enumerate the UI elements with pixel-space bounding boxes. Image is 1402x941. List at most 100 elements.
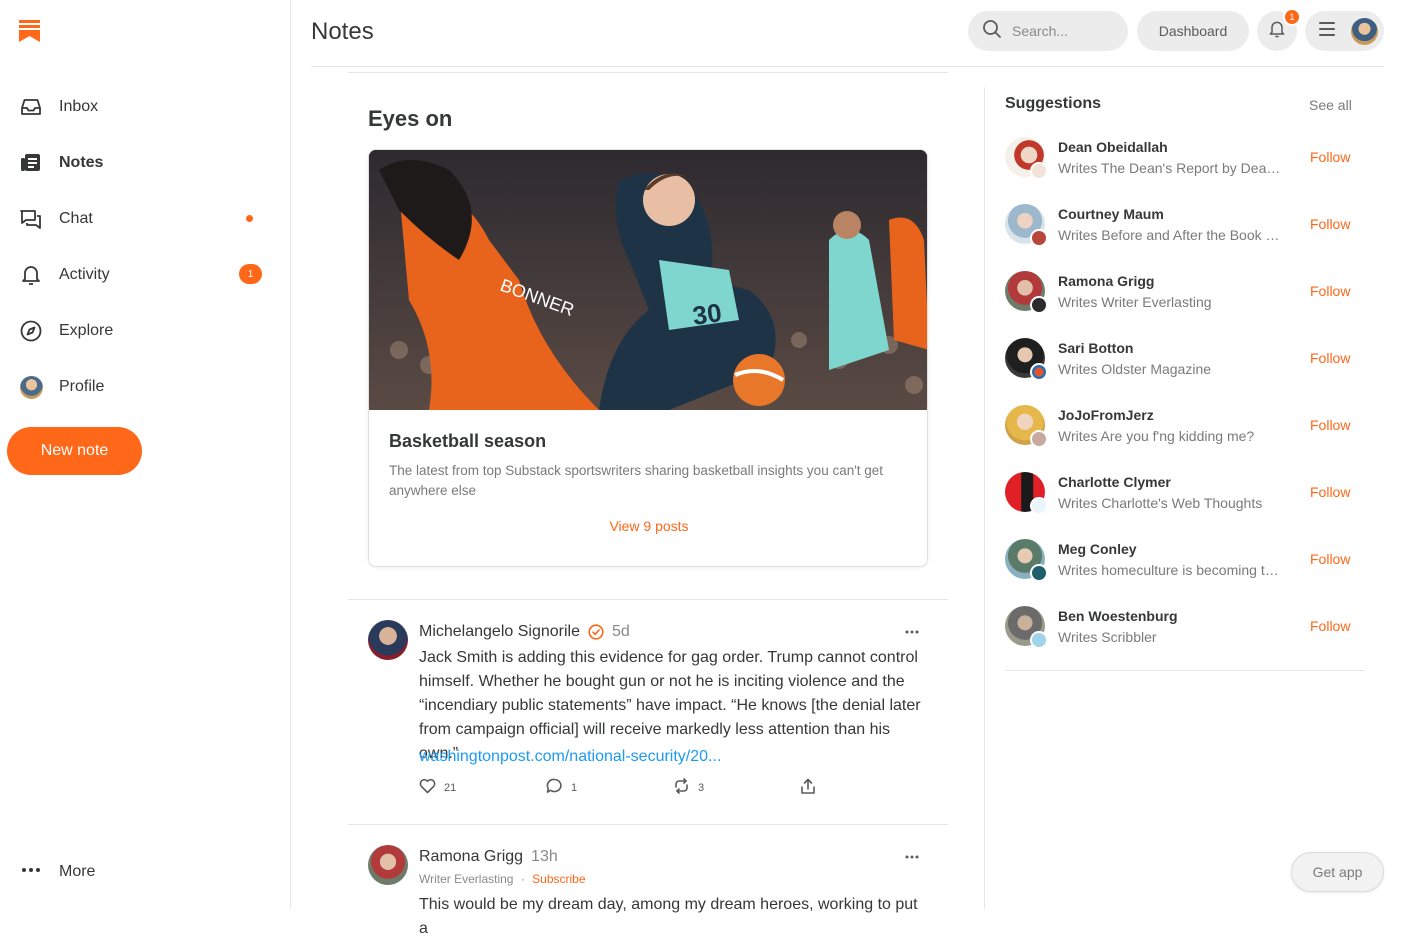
- chat-icon: [19, 207, 43, 231]
- sidebar-item-notes[interactable]: Notes: [0, 135, 290, 191]
- more-label: More: [59, 863, 96, 880]
- verified-badge-icon: [588, 624, 604, 640]
- suggestion-description: Writes Before and After the Book Deal: [1058, 227, 1283, 243]
- suggestions-title: Suggestions: [1005, 95, 1102, 112]
- restack-button[interactable]: 3: [673, 778, 704, 797]
- suggestion-name[interactable]: Dean Obeidallah: [1058, 139, 1168, 155]
- more-options-icon[interactable]: [904, 849, 920, 865]
- heart-icon: [419, 778, 436, 797]
- post-time: 13h: [531, 848, 558, 865]
- publication-icon: [1030, 363, 1048, 381]
- follow-button[interactable]: Follow: [1310, 551, 1350, 567]
- post-author[interactable]: Ramona Grigg: [419, 848, 523, 866]
- share-button[interactable]: [800, 778, 816, 798]
- section-title: Eyes on: [368, 106, 453, 131]
- divider: [348, 599, 948, 600]
- like-button[interactable]: 21: [419, 778, 456, 797]
- follow-button[interactable]: Follow: [1310, 149, 1350, 165]
- search-icon: [982, 19, 1002, 44]
- divider: [348, 72, 948, 73]
- suggestion-item: Courtney Maum Writes Before and After th…: [1005, 204, 1365, 271]
- user-avatar: [1351, 17, 1378, 45]
- suggestion-item: Sari Botton Writes Oldster Magazine Foll…: [1005, 338, 1365, 405]
- post-link[interactable]: washingtonpost.com/national-security/20.…: [419, 748, 721, 766]
- account-menu-button[interactable]: [1305, 11, 1384, 51]
- see-all-link[interactable]: See all: [1309, 97, 1352, 113]
- sidebar-item-inbox[interactable]: Inbox: [0, 79, 290, 135]
- suggestion-description: Writes Oldster Magazine: [1058, 361, 1212, 377]
- sidebar-item-chat[interactable]: Chat: [0, 191, 290, 247]
- hamburger-icon: [1319, 21, 1337, 41]
- post-author[interactable]: Michelangelo Signorile: [419, 623, 580, 641]
- restack-count: 3: [698, 781, 705, 794]
- suggestion-item: Ben Woestenburg Writes Scribbler Follow: [1005, 606, 1365, 673]
- suggestion-name[interactable]: Ramona Grigg: [1058, 273, 1154, 289]
- like-count: 21: [444, 781, 457, 794]
- suggestion-description: Writes Scribbler: [1058, 629, 1157, 645]
- sidebar-item-label: Explore: [59, 322, 114, 339]
- post-body: This would be my dream day, among my dre…: [419, 896, 918, 937]
- publication-icon: [1030, 631, 1048, 649]
- sidebar-item-label: Inbox: [59, 98, 99, 115]
- search-input[interactable]: [1012, 23, 1112, 39]
- suggestion-name[interactable]: JoJoFromJerz: [1058, 407, 1154, 423]
- dashboard-button[interactable]: Dashboard: [1137, 11, 1249, 51]
- search-box[interactable]: [968, 11, 1128, 51]
- notes-icon: [19, 151, 43, 175]
- sidebar: Inbox Notes Chat Activity 1 Explore Prof…: [0, 0, 291, 909]
- bell-icon: [19, 263, 43, 287]
- subscribe-link[interactable]: Subscribe: [532, 872, 585, 886]
- follow-button[interactable]: Follow: [1310, 283, 1350, 299]
- inbox-icon: [19, 95, 43, 119]
- more-options-icon[interactable]: [904, 624, 920, 640]
- follow-button[interactable]: Follow: [1310, 417, 1350, 433]
- new-note-button[interactable]: New note: [7, 427, 142, 475]
- more-menu[interactable]: More: [19, 860, 95, 884]
- notes-feed: Eyes on BONNER 30 Basketball season The …: [348, 67, 948, 937]
- card-title: Basketball season: [389, 431, 547, 451]
- page-title: Notes: [311, 18, 374, 45]
- post-time: 5d: [611, 623, 630, 640]
- publication-name[interactable]: Writer Everlasting: [419, 872, 513, 886]
- suggestion-name[interactable]: Charlotte Clymer: [1058, 474, 1171, 490]
- divider: [348, 824, 948, 825]
- eyes-on-card[interactable]: BONNER 30 Basketball season The latest f…: [368, 149, 928, 567]
- suggestion-name[interactable]: Ben Woestenburg: [1058, 608, 1178, 624]
- restack-icon: [673, 778, 690, 797]
- comment-button[interactable]: 1: [546, 778, 577, 797]
- sidebar-item-label: Activity: [59, 266, 110, 283]
- suggestion-description: Writes homeculture is becoming the thing: [1058, 562, 1283, 578]
- substack-logo[interactable]: [19, 20, 40, 42]
- follow-button[interactable]: Follow: [1310, 618, 1350, 634]
- comment-icon: [546, 778, 563, 797]
- sidebar-item-explore[interactable]: Explore: [0, 303, 290, 359]
- sidebar-item-profile[interactable]: Profile: [0, 359, 290, 415]
- suggestion-name[interactable]: Courtney Maum: [1058, 206, 1164, 222]
- sidebar-nav: Inbox Notes Chat Activity 1 Explore Prof…: [0, 79, 290, 415]
- sidebar-item-label: Profile: [59, 378, 105, 395]
- sidebar-item-activity[interactable]: Activity 1: [0, 247, 290, 303]
- suggestion-name[interactable]: Sari Botton: [1058, 340, 1133, 356]
- view-posts-link[interactable]: View 9 posts: [369, 518, 927, 534]
- follow-button[interactable]: Follow: [1310, 216, 1350, 232]
- notification-count-badge: 1: [1283, 8, 1301, 26]
- publication-icon: [1030, 497, 1048, 515]
- suggestion-item: Ramona Grigg Writes Writer Everlasting F…: [1005, 271, 1365, 338]
- suggestion-description: Writes Are you f'ng kidding me?: [1058, 428, 1255, 444]
- separator: ·: [520, 872, 525, 886]
- unread-dot: [246, 215, 253, 222]
- post-publication: Writer Everlasting · Subscribe: [419, 872, 586, 886]
- author-avatar[interactable]: [368, 620, 408, 660]
- follow-button[interactable]: Follow: [1310, 484, 1350, 500]
- suggestion-description: Writes Charlotte's Web Thoughts: [1058, 495, 1263, 511]
- follow-button[interactable]: Follow: [1310, 350, 1350, 366]
- sidebar-item-label: Chat: [59, 210, 93, 227]
- suggestion-name[interactable]: Meg Conley: [1058, 541, 1137, 557]
- post-header: Michelangelo Signorile 5d: [419, 623, 630, 641]
- top-header: Notes Dashboard 1: [311, 0, 1384, 67]
- get-app-button[interactable]: Get app: [1291, 852, 1384, 892]
- author-avatar[interactable]: [368, 845, 408, 885]
- suggestion-description: Writes Writer Everlasting: [1058, 294, 1212, 310]
- activity-count-badge: 1: [239, 264, 262, 284]
- publication-icon: [1030, 430, 1048, 448]
